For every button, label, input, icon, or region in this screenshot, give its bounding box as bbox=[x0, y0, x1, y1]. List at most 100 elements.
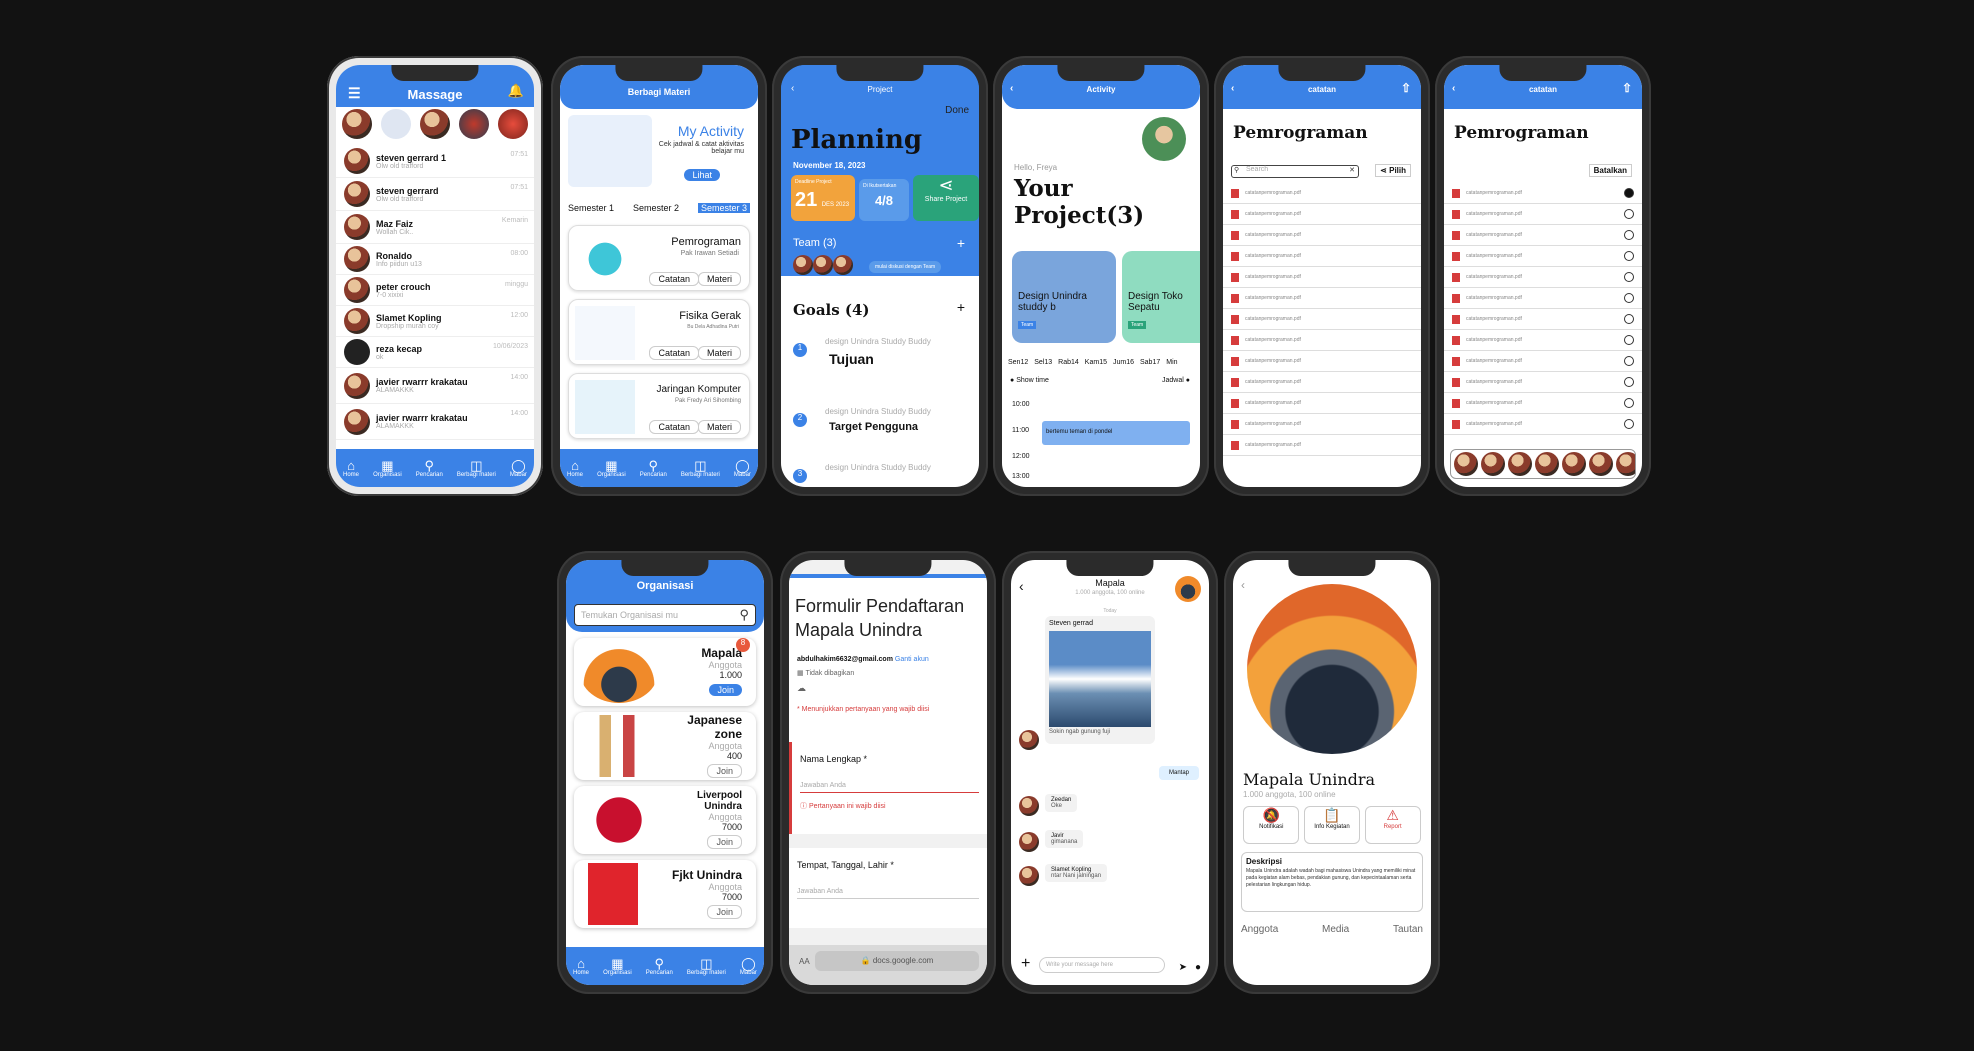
share-project-button[interactable]: ⋖ Share Project bbox=[913, 175, 979, 221]
nav-home[interactable]: ⌂ Home bbox=[567, 459, 583, 478]
share-icon[interactable]: ⇧ bbox=[1401, 81, 1411, 95]
nav-organisasi[interactable]: ▦ Organisasi bbox=[603, 957, 632, 976]
goal-item[interactable]: 1 design Unindra Studdy Buddy Tujuan bbox=[793, 337, 971, 387]
answer-input[interactable]: Jawaban Anda bbox=[800, 782, 979, 793]
chat-row[interactable]: peter crouch 7-0 xixixi minggu bbox=[336, 275, 534, 306]
chat-row[interactable]: reza kecap ok 10/06/2023 bbox=[336, 337, 534, 368]
file-row[interactable]: catatanpemrograman.pdf bbox=[1223, 435, 1421, 456]
file-row[interactable]: catatanpemrograman.pdf bbox=[1223, 288, 1421, 309]
nav-mabar[interactable]: ◯ Mabar bbox=[510, 459, 527, 478]
radio-selected[interactable] bbox=[1624, 188, 1634, 198]
join-button[interactable]: Join bbox=[707, 764, 742, 778]
avatar[interactable] bbox=[1535, 452, 1559, 476]
materi-button[interactable]: Materi bbox=[697, 346, 741, 360]
day-item[interactable]: Sen12 bbox=[1008, 359, 1028, 366]
org-card[interactable]: Liverpool Unindra Anggota 7000 Join bbox=[574, 786, 756, 854]
file-row[interactable]: catatanpemrograman.pdf bbox=[1444, 309, 1642, 330]
day-item[interactable]: Sel13 bbox=[1034, 359, 1052, 366]
chat-row[interactable]: javier rwarrr krakatau ALAMAKKK 14:00 bbox=[336, 404, 534, 440]
radio[interactable] bbox=[1624, 230, 1634, 240]
org-card[interactable]: Fjkt Unindra Anggota 7000 Join bbox=[574, 860, 756, 928]
tab-semester-1[interactable]: Semester 1 bbox=[568, 203, 614, 213]
avatar[interactable] bbox=[381, 109, 411, 139]
materi-button[interactable]: Materi bbox=[697, 272, 741, 286]
notifikasi-button[interactable]: 🔕 Notifikasi bbox=[1243, 806, 1300, 844]
catatan-button[interactable]: Catatan bbox=[649, 272, 699, 286]
nav-pencarian[interactable]: ⚲ Pencarian bbox=[416, 459, 443, 478]
file-row[interactable]: catatanpemrograman.pdf bbox=[1223, 372, 1421, 393]
bell-icon[interactable]: 🔔 bbox=[508, 83, 524, 99]
schedule-event[interactable]: bertemu teman di pondel bbox=[1042, 421, 1190, 445]
org-card[interactable]: Japanese zone Anggota 400 Join bbox=[574, 712, 756, 780]
radio[interactable] bbox=[1624, 377, 1634, 387]
jadwal-toggle[interactable]: Jadwal ● bbox=[1162, 377, 1190, 384]
chat-row[interactable]: javier rwarrr krakatau ALAMAKKK 14:00 bbox=[336, 368, 534, 404]
file-row[interactable]: catatanpemrograman.pdf bbox=[1223, 309, 1421, 330]
avatar[interactable] bbox=[342, 109, 372, 139]
file-row[interactable]: catatanpemrograman.pdf bbox=[1444, 414, 1642, 435]
switch-account-link[interactable]: Ganti akun bbox=[895, 656, 929, 663]
tab-anggota[interactable]: Anggota bbox=[1241, 924, 1278, 935]
nav-berbagi-materi[interactable]: ◫ Berbagi materi bbox=[457, 459, 496, 478]
url-bar[interactable]: 🔒 docs.google.com bbox=[815, 951, 979, 971]
back-icon[interactable]: ‹ bbox=[1241, 578, 1245, 592]
send-icon[interactable]: ➤ bbox=[1179, 962, 1187, 973]
file-row[interactable]: catatanpemrograman.pdf bbox=[1223, 183, 1421, 204]
nav-mabar[interactable]: ◯ Mabar bbox=[740, 957, 757, 976]
chat-row[interactable]: steven gerrard 1 Olw old trafford 07:51 bbox=[336, 145, 534, 178]
report-button[interactable]: ⚠ Report bbox=[1364, 806, 1421, 844]
project-card[interactable]: Design Toko Sepatu Team bbox=[1122, 251, 1200, 343]
profile-avatar[interactable] bbox=[1142, 117, 1186, 161]
nav-home[interactable]: ⌂ Home bbox=[343, 459, 359, 478]
nav-mabar[interactable]: ◯ Mabar bbox=[734, 459, 751, 478]
chat-row[interactable]: Maz Faiz Wollah Cik.. Kemarin bbox=[336, 211, 534, 244]
materi-button[interactable]: Materi bbox=[697, 420, 741, 434]
search-icon[interactable]: ⚲ bbox=[739, 607, 749, 623]
file-row[interactable]: catatanpemrograman.pdf bbox=[1444, 246, 1642, 267]
show-time-toggle[interactable]: ● Show time bbox=[1010, 377, 1049, 384]
day-item[interactable]: Min bbox=[1166, 359, 1177, 366]
course-card[interactable]: Pemrograman Pak Irawan Setiadi Catatan M… bbox=[568, 225, 750, 291]
avatar[interactable] bbox=[1481, 452, 1505, 476]
radio[interactable] bbox=[1624, 314, 1634, 324]
org-card[interactable]: Mapala Anggota 1.000 Join 8 bbox=[574, 638, 756, 706]
team-discuss-button[interactable]: mulai diskusi dengan Team bbox=[869, 261, 942, 273]
goal-item[interactable]: 2 design Unindra Studdy Buddy Target Pen… bbox=[793, 407, 971, 457]
message-input[interactable]: Write your message here bbox=[1039, 957, 1165, 973]
day-item[interactable]: Rab14 bbox=[1058, 359, 1079, 366]
tab-media[interactable]: Media bbox=[1322, 924, 1349, 935]
join-button[interactable]: Join bbox=[709, 684, 742, 696]
chat-row[interactable]: steven gerrard Olw old trafford 07:51 bbox=[336, 178, 534, 211]
search-input[interactable]: Temukan Organisasi mu ⚲ bbox=[574, 604, 756, 626]
clear-icon[interactable]: ✕ bbox=[1349, 166, 1355, 174]
add-team-icon[interactable]: + bbox=[957, 235, 965, 251]
radio[interactable] bbox=[1624, 419, 1634, 429]
file-row[interactable]: catatanpemrograman.pdf bbox=[1444, 330, 1642, 351]
radio[interactable] bbox=[1624, 293, 1634, 303]
batalkan-button[interactable]: Batalkan bbox=[1588, 164, 1632, 177]
catatan-button[interactable]: Catatan bbox=[649, 420, 699, 434]
file-row[interactable]: catatanpemrograman.pdf bbox=[1444, 393, 1642, 414]
course-card[interactable]: Fisika Gerak Bu Dela Adhadina Putri Cata… bbox=[568, 299, 750, 365]
nav-home[interactable]: ⌂ Home bbox=[573, 957, 589, 976]
chat-row[interactable]: Ronaldo Info piidun u13 08:00 bbox=[336, 244, 534, 275]
file-row[interactable]: catatanpemrograman.pdf bbox=[1444, 225, 1642, 246]
file-row[interactable]: catatanpemrograman.pdf bbox=[1223, 267, 1421, 288]
join-button[interactable]: Join bbox=[707, 835, 742, 849]
day-item[interactable]: Kam15 bbox=[1085, 359, 1107, 366]
group-avatar[interactable] bbox=[1175, 576, 1201, 602]
lihat-button[interactable]: Lihat bbox=[684, 169, 720, 181]
avatar[interactable] bbox=[459, 109, 489, 139]
chat-row[interactable]: Slamet Kopling Dropship murah coy 12:00 bbox=[336, 306, 534, 337]
file-row[interactable]: catatanpemrograman.pdf bbox=[1444, 351, 1642, 372]
join-button[interactable]: Join bbox=[707, 905, 742, 919]
project-card[interactable]: Design Unindra studdy b Team bbox=[1012, 251, 1116, 343]
message-image[interactable] bbox=[1049, 631, 1151, 727]
info-kegiatan-button[interactable]: 📋 Info Kegiatan bbox=[1303, 806, 1360, 844]
course-card[interactable]: Jaringan Komputer Pak Fredy Ari Sihombin… bbox=[568, 373, 750, 439]
file-row[interactable]: catatanpemrograman.pdf bbox=[1444, 372, 1642, 393]
done-button[interactable]: Done bbox=[945, 105, 969, 116]
file-row[interactable]: catatanpemrograman.pdf bbox=[1444, 267, 1642, 288]
avatar[interactable] bbox=[1562, 452, 1586, 476]
answer-input[interactable]: Jawaban Anda bbox=[797, 888, 979, 899]
